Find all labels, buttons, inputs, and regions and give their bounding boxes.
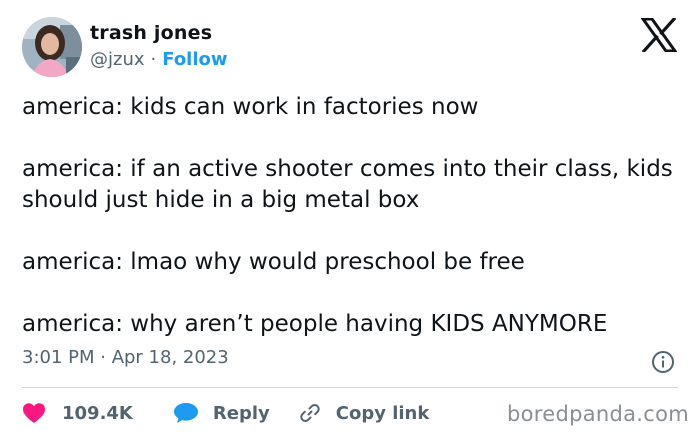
copy-link-label: Copy link [335, 402, 430, 424]
x-logo-icon[interactable] [640, 16, 678, 54]
avatar-photo [22, 17, 82, 77]
tweet-line: america: kids can work in factories now [22, 94, 479, 120]
reply-label: Reply [212, 402, 270, 424]
info-icon[interactable] [651, 350, 675, 374]
tweet-timestamp[interactable]: 3:01 PM · Apr 18, 2023 [22, 347, 229, 368]
author-handle[interactable]: @jzux [90, 49, 145, 70]
avatar[interactable] [22, 17, 82, 77]
author-handle-row: @jzux · Follow [90, 49, 228, 70]
speech-bubble-icon [173, 403, 198, 423]
link-icon [300, 404, 320, 422]
divider [22, 387, 678, 388]
action-bar: 109.4K Reply Copy link [22, 401, 429, 425]
tweet-card: trash jones @jzux · Follow america: kids… [0, 0, 700, 440]
tweet-text: america: kids can work in factories now … [22, 92, 687, 340]
like-count: 109.4K [62, 402, 133, 424]
tweet-line: america: lmao why would preschool be fre… [22, 249, 525, 275]
tweet-line: america: if an active shooter comes into… [22, 156, 673, 213]
reply-button[interactable]: Reply [173, 402, 270, 424]
author-display-name[interactable]: trash jones [90, 22, 212, 44]
watermark: boredpanda.com [507, 402, 690, 426]
tweet-line: america: why aren’t people having KIDS A… [22, 311, 608, 337]
copy-link-button[interactable]: Copy link [298, 401, 430, 425]
like-button[interactable]: 109.4K [22, 402, 133, 424]
heart-icon [23, 403, 45, 423]
follow-button[interactable]: Follow [162, 49, 227, 70]
separator-dot: · [150, 49, 157, 70]
